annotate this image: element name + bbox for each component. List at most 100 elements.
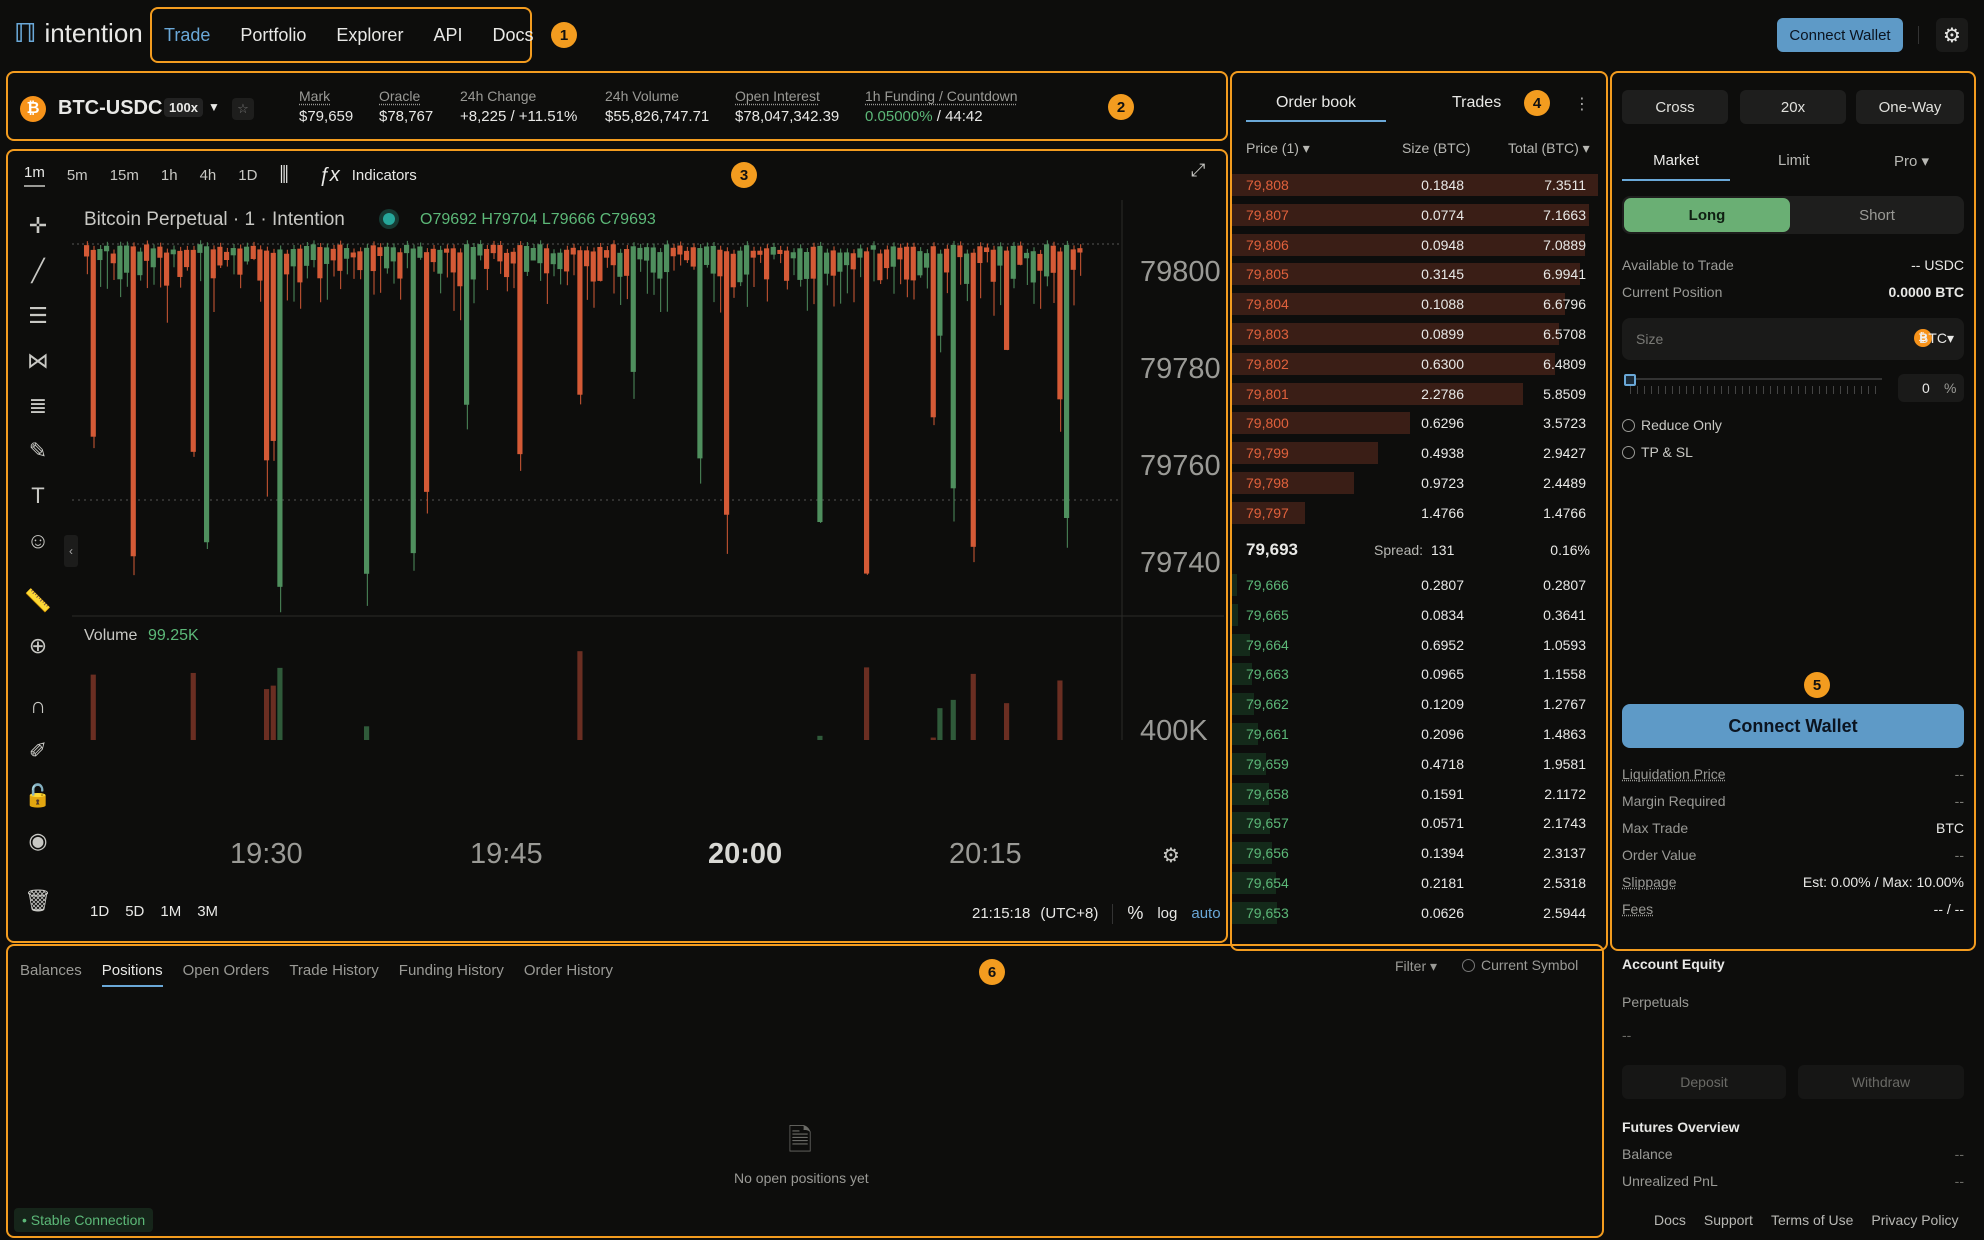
bid-row[interactable]: 79,661 0.2096 1.4863 — [1232, 721, 1600, 747]
brand-logo[interactable]: ℿ intention — [14, 18, 143, 49]
tab-balances[interactable]: Balances — [20, 962, 82, 987]
fib-lines-icon[interactable]: ≣ — [18, 390, 58, 422]
nav-explorer[interactable]: Explorer — [336, 25, 403, 46]
tab-trades[interactable]: Trades — [1452, 94, 1501, 122]
brush-icon[interactable]: ✎ — [18, 435, 58, 467]
chevron-down-icon[interactable]: ▼ — [208, 100, 220, 114]
ask-row[interactable]: 79,807 0.0774 7.1663 — [1232, 202, 1600, 228]
bid-row[interactable]: 79,657 0.0571 2.1743 — [1232, 810, 1600, 836]
tab-order-book[interactable]: Order book — [1246, 94, 1386, 122]
tab-funding-history[interactable]: Funding History — [399, 962, 504, 987]
bid-row[interactable]: 79,656 0.1394 2.3137 — [1232, 840, 1600, 866]
eye-icon[interactable]: ◉ — [18, 825, 58, 857]
ruler-icon[interactable]: 📏 — [18, 585, 58, 617]
log-scale-toggle[interactable]: log — [1157, 905, 1177, 922]
footer-terms-link[interactable]: Terms of Use — [1771, 1212, 1853, 1228]
tab-limit[interactable]: Limit — [1778, 152, 1810, 169]
emoji-icon[interactable]: ☺ — [18, 525, 58, 557]
bid-row[interactable]: 79,665 0.0834 0.3641 — [1232, 602, 1600, 628]
tf-15m[interactable]: 15m — [110, 167, 139, 184]
ask-row[interactable]: 79,805 0.3145 6.9941 — [1232, 261, 1600, 287]
slider-percent-input[interactable]: 0 % — [1898, 374, 1964, 402]
tp-sl-option[interactable]: TP & SL — [1622, 444, 1693, 460]
chart-timezone[interactable]: (UTC+8) — [1040, 905, 1098, 922]
crosshair-icon[interactable]: ✛ — [18, 210, 58, 242]
footer-support-link[interactable]: Support — [1704, 1212, 1753, 1228]
zoom-in-icon[interactable]: ⊕ — [18, 630, 58, 662]
ask-row[interactable]: 79,808 0.1848 7.3511 — [1232, 172, 1600, 198]
settings-gear-icon[interactable]: ⚙ — [1936, 18, 1968, 52]
fullscreen-icon[interactable]: ⤢ — [1191, 160, 1205, 181]
market-pair[interactable]: BTC-USDC — [58, 97, 162, 120]
magnet-icon[interactable]: ∩ — [18, 690, 58, 722]
ask-row[interactable]: 79,803 0.0899 6.5708 — [1232, 321, 1600, 347]
price-column-header[interactable]: Price (1) ▾ — [1246, 140, 1310, 157]
tab-trade-history[interactable]: Trade History — [289, 962, 378, 987]
tf-1d[interactable]: 1D — [238, 167, 257, 184]
horizontal-lines-icon[interactable]: ☰ — [18, 300, 58, 332]
leverage-badge[interactable]: 100x — [164, 98, 203, 117]
size-field[interactable]: Size ₿ BTC▾ — [1622, 318, 1964, 360]
bid-row[interactable]: 79,664 0.6952 1.0593 — [1232, 632, 1600, 658]
tf-1h[interactable]: 1h — [161, 167, 178, 184]
pattern-icon[interactable]: ⋈ — [18, 345, 58, 377]
size-unit-selector[interactable]: BTC▾ — [1919, 330, 1954, 347]
chart-settings-icon[interactable]: ⚙ — [1162, 843, 1180, 868]
deposit-button[interactable]: Deposit — [1622, 1065, 1786, 1099]
range-3m[interactable]: 3M — [197, 903, 218, 920]
nav-trade[interactable]: Trade — [164, 25, 210, 46]
slippage-value[interactable]: Est: 0.00% / Max: 10.00% — [1803, 874, 1964, 890]
tab-order-history[interactable]: Order History — [524, 962, 613, 987]
indicators-button[interactable]: Indicators — [352, 167, 417, 184]
ask-row[interactable]: 79,801 2.2786 5.8509 — [1232, 381, 1600, 407]
bid-row[interactable]: 79,659 0.4718 1.9581 — [1232, 751, 1600, 777]
bid-row[interactable]: 79,662 0.1209 1.2767 — [1232, 691, 1600, 717]
connect-wallet-main-button[interactable]: Connect Wallet — [1622, 704, 1964, 748]
current-symbol-option[interactable]: Current Symbol — [1462, 957, 1578, 973]
percent-scale-toggle[interactable]: % — [1127, 903, 1143, 924]
bid-row[interactable]: 79,658 0.1591 2.1172 — [1232, 781, 1600, 807]
nav-api[interactable]: API — [433, 25, 462, 46]
text-icon[interactable]: T — [18, 480, 58, 512]
candle-type-icon[interactable]: ⫼ — [279, 164, 288, 187]
position-mode-button[interactable]: One-Way — [1856, 90, 1964, 124]
tf-5m[interactable]: 5m — [67, 167, 88, 184]
footer-privacy-link[interactable]: Privacy Policy — [1871, 1212, 1958, 1228]
connect-wallet-button[interactable]: Connect Wallet — [1777, 18, 1903, 52]
ask-row[interactable]: 79,802 0.6300 6.4809 — [1232, 351, 1600, 377]
filter-dropdown[interactable]: Filter ▾ — [1395, 958, 1437, 975]
size-slider[interactable] — [1624, 374, 1886, 396]
lock-drawing-icon[interactable]: ✐ — [18, 735, 58, 767]
more-options-icon[interactable]: ⋮ — [1574, 94, 1590, 114]
reduce-only-option[interactable]: Reduce Only — [1622, 417, 1722, 433]
auto-scale-toggle[interactable]: auto — [1191, 905, 1220, 922]
range-5d[interactable]: 5D — [125, 903, 144, 920]
tf-1m[interactable]: 1m — [24, 164, 45, 187]
tp-sl-radio[interactable] — [1622, 445, 1635, 459]
tab-positions[interactable]: Positions — [101, 962, 163, 987]
footer-docs-link[interactable]: Docs — [1654, 1212, 1686, 1228]
price-chart[interactable] — [72, 200, 1224, 740]
nav-portfolio[interactable]: Portfolio — [240, 25, 306, 46]
tab-pro[interactable]: Pro ▾ — [1894, 152, 1929, 170]
range-1d[interactable]: 1D — [90, 903, 109, 920]
margin-mode-button[interactable]: Cross — [1622, 90, 1728, 124]
ask-row[interactable]: 79,804 0.1088 6.6796 — [1232, 291, 1600, 317]
trash-icon[interactable]: 🗑 — [18, 885, 58, 917]
trendline-icon[interactable]: ╱ — [18, 255, 58, 287]
bid-row[interactable]: 79,663 0.0965 1.1558 — [1232, 661, 1600, 687]
total-column-header[interactable]: Total (BTC) ▾ — [1508, 140, 1590, 157]
bid-row[interactable]: 79,653 0.0626 2.5944 — [1232, 900, 1600, 926]
leverage-button[interactable]: 20x — [1740, 90, 1846, 124]
bid-row[interactable]: 79,654 0.2181 2.5318 — [1232, 870, 1600, 896]
current-symbol-radio[interactable] — [1462, 958, 1475, 972]
ask-row[interactable]: 79,799 0.4938 2.9427 — [1232, 440, 1600, 466]
ask-row[interactable]: 79,800 0.6296 3.5723 — [1232, 410, 1600, 436]
short-button[interactable]: Short — [1792, 198, 1962, 232]
ask-row[interactable]: 79,798 0.9723 2.4489 — [1232, 470, 1600, 496]
favorite-star-icon[interactable]: ☆ — [232, 98, 254, 120]
function-icon[interactable]: ƒx — [319, 164, 340, 187]
nav-docs[interactable]: Docs — [492, 25, 533, 46]
slippage-label[interactable]: Slippage — [1622, 874, 1677, 890]
withdraw-button[interactable]: Withdraw — [1798, 1065, 1964, 1099]
